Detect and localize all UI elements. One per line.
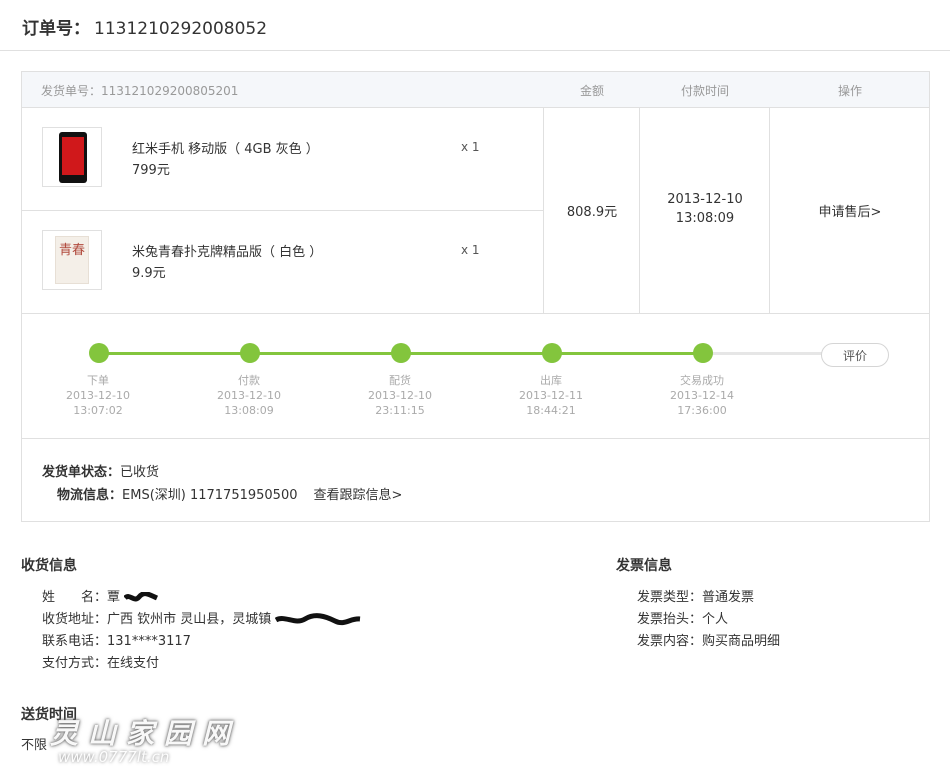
progress-dot-paid [240,343,260,363]
step-date: 2013-12-10 [368,389,432,402]
progress-dot-completed [693,343,713,363]
invoice-content-label: 发票内容： [637,634,703,649]
site-watermark: 灵山家园网 [50,717,241,750]
invoice-header-value: 个人 [702,612,729,627]
receiver-address-value: 广西 钦州市 灵山县，灵城镇 [107,612,272,627]
payment-method-value: 在线支付 [107,656,160,671]
item-quantity: x 1 [461,243,480,257]
after-sale-link[interactable]: 申请售后> [770,201,930,220]
receiver-phone-row: 联系电话：131****3117 [42,630,191,649]
shipment-card: 发货单号：113121029200805201 金额 付款时间 操作 红米手机 … [21,71,930,522]
invoice-content-row: 发票内容：购买商品明细 [637,630,780,649]
step-label: 出库 [540,374,562,387]
tracking-link[interactable]: 查看跟踪信息> [314,488,403,503]
invoice-type-label: 发票类型： [637,590,703,605]
item-name[interactable]: 米兔青春扑克牌精品版（ 白色 ） [132,241,322,260]
step-time: 18:44:21 [526,404,576,417]
step-label: 配货 [389,374,411,387]
divider [22,313,929,314]
payment-method-row: 支付方式：在线支付 [42,652,159,671]
invoice-header-row: 发票抬头：个人 [637,608,728,627]
shipment-status-row: 发货单状态：已收货 [42,461,159,480]
progress-dot-outbound [542,343,562,363]
action-column-header: 操作 [837,84,862,98]
logistics-row: 物流信息：EMS(深圳) 1171751950500 查看跟踪信息> [57,484,402,503]
review-button[interactable]: 评价 [821,343,889,367]
step-time: 23:11:15 [375,404,425,417]
receiver-section-title: 收货信息 [21,558,77,574]
logistics-value: EMS(深圳) 1171751950500 [122,488,298,503]
step-label: 付款 [238,374,260,387]
progress-step: 付款 2013-12-10 13:08:09 [194,373,304,418]
product-thumbnail-phone[interactable] [42,127,102,187]
invoice-content-value: 购买商品明细 [702,634,781,649]
amount-column-header: 金额 [579,84,604,98]
invoice-type-value: 普通发票 [702,590,755,605]
step-time: 13:08:09 [224,404,274,417]
item-price: 799元 [132,163,170,178]
item-price: 9.9元 [132,266,166,281]
step-date: 2013-12-14 [670,389,734,402]
logistics-label: 物流信息： [57,488,123,503]
step-date: 2013-12-10 [217,389,281,402]
progress-dot-ordered [89,343,109,363]
progress-track-remaining [703,352,823,355]
progress-step: 交易成功 2013-12-14 17:36:00 [647,373,757,418]
receiver-phone-value: 131****3117 [107,634,191,649]
payment-date: 2013-12-10 [667,192,743,207]
divider [22,438,929,439]
divider [22,210,543,211]
step-date: 2013-12-11 [519,389,583,402]
invoice-type-row: 发票类型：普通发票 [637,586,754,605]
progress-dot-picking [391,343,411,363]
shipment-header: 发货单号：113121029200805201 金额 付款时间 操作 [22,72,929,108]
product-thumbnail-cards[interactable]: 青春 [42,230,102,290]
playing-cards-thumbnail-icon: 青春 [55,236,89,284]
receiver-phone-label: 联系电话： [42,634,108,649]
step-label: 下单 [87,374,109,387]
step-time: 17:36:00 [677,404,727,417]
invoice-section-title: 发票信息 [616,558,672,574]
shipment-status-value: 已收货 [120,465,160,480]
receiver-name-row: 姓 名：覃 [42,586,159,605]
delivery-time-value: 不限 [21,738,48,753]
step-time: 13:07:02 [73,404,123,417]
step-date: 2013-12-10 [66,389,130,402]
order-amount: 808.9元 [566,205,618,220]
payment-method-label: 支付方式： [42,656,108,671]
shipment-status-label: 发货单状态： [42,465,121,480]
shipment-number: 发货单号：113121029200805201 [41,84,239,98]
paytime-column-header: 付款时间 [680,84,729,98]
order-number-value: 1131210292008052 [94,19,268,39]
progress-step: 出库 2013-12-11 18:44:21 [496,373,606,418]
redaction-mark [275,612,361,625]
payment-time: 2013-12-10 13:08:09 [640,190,770,228]
receiver-address-row: 收货地址：广西 钦州市 灵山县，灵城镇 [42,608,361,627]
receiver-name-value: 覃 [107,590,121,605]
payment-clock: 13:08:09 [675,211,735,226]
order-number-heading: 订单号： 1131210292008052 [22,14,267,39]
item-quantity: x 1 [461,140,480,154]
item-name[interactable]: 红米手机 移动版（ 4GB 灰色 ） [132,138,319,157]
order-title-bar: 订单号： 1131210292008052 [0,0,950,51]
progress-step: 配货 2013-12-10 23:11:15 [345,373,455,418]
step-label: 交易成功 [680,374,724,387]
invoice-header-label: 发票抬头： [637,612,703,627]
redaction-mark [124,591,159,601]
order-number-label: 订单号： [22,19,90,39]
progress-step: 下单 2013-12-10 13:07:02 [43,373,153,418]
site-watermark-url: www.0777lt.cn [58,748,170,766]
receiver-name-label: 姓 名： [42,590,108,605]
phone-thumbnail-icon [59,132,87,183]
receiver-address-label: 收货地址： [42,612,108,627]
